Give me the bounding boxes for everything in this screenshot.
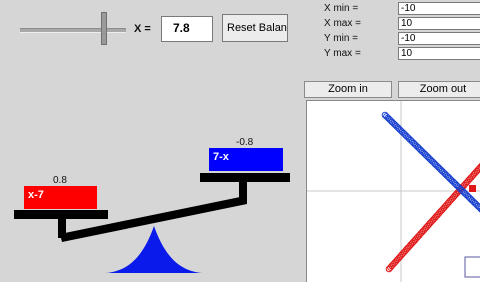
x-slider-thumb[interactable] <box>101 12 107 45</box>
left-pan-post <box>58 216 66 238</box>
right-pan <box>200 173 290 182</box>
ymax-input[interactable]: 10 <box>398 47 480 60</box>
fulcrum <box>106 226 202 273</box>
xmin-input[interactable]: -10 <box>398 2 480 15</box>
intersection-marker <box>469 185 476 192</box>
right-pan-post <box>239 180 247 204</box>
right-pan-value: -0.8 <box>236 137 254 148</box>
corner-logo <box>464 256 480 278</box>
reset-balance-button[interactable]: Reset Balanc <box>222 14 288 42</box>
ymax-label: Y max = <box>324 48 361 59</box>
zoom-out-button[interactable]: Zoom out <box>398 81 480 98</box>
x-input[interactable]: 7.8 <box>161 16 213 42</box>
ymin-label: Y min = <box>324 33 358 44</box>
xmax-input[interactable]: 10 <box>398 17 480 30</box>
right-pan-expression: 7-x <box>209 148 283 171</box>
red-series <box>385 162 480 273</box>
left-pan-expression: x-7 <box>24 186 97 209</box>
left-pan <box>14 210 108 219</box>
xmin-label: X min = <box>324 3 359 14</box>
ymin-input[interactable]: -10 <box>398 32 480 45</box>
graph-plot <box>306 100 480 282</box>
left-pan-value: 0.8 <box>53 175 67 186</box>
balance-app: X = 7.8 Reset Balanc X min = -10 X max =… <box>0 0 480 282</box>
xmax-label: X max = <box>324 18 361 29</box>
x-input-label: X = <box>134 23 151 35</box>
zoom-in-button[interactable]: Zoom in <box>304 81 392 98</box>
blue-series <box>381 111 480 213</box>
x-slider[interactable] <box>20 28 126 33</box>
